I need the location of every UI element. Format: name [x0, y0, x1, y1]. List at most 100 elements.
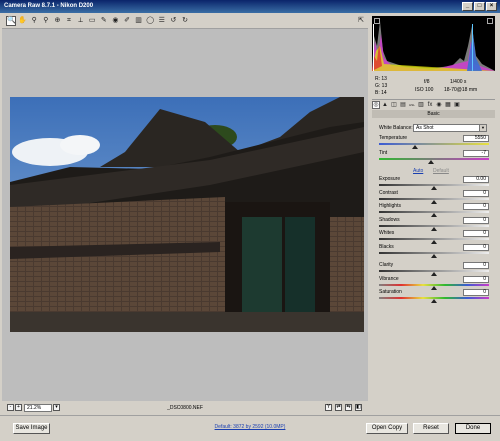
- tab-effects-icon[interactable]: fx: [426, 101, 434, 109]
- minimize-button[interactable]: _: [462, 2, 473, 11]
- shadows-slider-thumb[interactable]: [431, 226, 437, 231]
- file-name: _DSC0800.NEF: [167, 405, 203, 411]
- tab-hsl-icon[interactable]: ▤: [399, 101, 407, 109]
- temperature-slider[interactable]: [379, 143, 489, 145]
- whites-slider-thumb[interactable]: [431, 240, 437, 244]
- toggle-preview-icon[interactable]: ◧: [355, 404, 362, 411]
- g-label: G:: [375, 83, 381, 89]
- status-bar: - + 21.2% ▾ _DSC0800.NEF Y ⇄ ⇆ ◧: [2, 402, 368, 414]
- close-button[interactable]: ×: [486, 2, 497, 11]
- blacks-label: Blacks: [379, 243, 394, 250]
- swap-before-after-icon[interactable]: ⇄: [335, 404, 342, 411]
- white-balance-value: As Shot: [416, 125, 434, 131]
- saturation-label: Saturation: [379, 289, 402, 295]
- done-button[interactable]: Done: [455, 423, 491, 434]
- straighten-tool-icon[interactable]: ⟂: [76, 16, 86, 26]
- r-label: R:: [375, 76, 380, 82]
- clarity-label: Clarity: [379, 262, 394, 268]
- histogram: [372, 16, 495, 71]
- lens-value: 18-70@18 mm: [444, 87, 478, 93]
- clarity-slider-thumb[interactable]: [431, 272, 437, 276]
- vibrance-slider-thumb[interactable]: [431, 285, 437, 290]
- adjustments-panel: R: 13 G: 13 B: 14 f/8 1/400 s ISO 100 18…: [369, 14, 498, 414]
- histogram-graph: [372, 21, 495, 71]
- whites-field[interactable]: 0: [463, 230, 489, 237]
- hand-tool-icon[interactable]: ✋: [18, 16, 28, 26]
- white-balance-label: White Balance:: [379, 125, 413, 131]
- clarity-field[interactable]: 0: [463, 262, 489, 269]
- tools-toolbar: ⇱ 🔍 ✋ ⚲ ⚲ ⊕ ⌗ ⟂ ▭ ✎ ◉ ✐ ▥ ◯ ☰ ↺ ↻: [2, 14, 368, 29]
- fullscreen-toggle-icon[interactable]: ⇱: [356, 16, 366, 26]
- tint-field[interactable]: -7: [463, 150, 489, 157]
- rotate-cw-icon[interactable]: ↻: [180, 16, 190, 26]
- g-value: 13: [381, 83, 388, 89]
- blacks-field[interactable]: 0: [463, 243, 489, 251]
- tab-detail-icon[interactable]: ◫: [390, 101, 398, 109]
- tint-slider[interactable]: [379, 158, 489, 160]
- exposure-field[interactable]: 0.00: [463, 176, 489, 183]
- b-label: B:: [375, 90, 380, 96]
- window-titlebar[interactable]: Camera Raw 8.7.1 - Nikon D200 _ □ ×: [0, 0, 500, 13]
- camera-info: R: 13 G: 13 B: 14 f/8 1/400 s ISO 100 18…: [372, 74, 495, 98]
- tint-label: Tint: [379, 150, 388, 156]
- whites-label: Whites: [379, 230, 395, 236]
- radial-filter-icon[interactable]: ◯: [145, 16, 155, 26]
- tab-lens-icon[interactable]: ◉: [435, 101, 443, 109]
- tab-split-toning-icon[interactable]: ▥: [417, 101, 425, 109]
- tab-hsl-grayscale-icon[interactable]: HSL: [408, 101, 416, 109]
- before-after-y-button[interactable]: Y: [325, 404, 332, 411]
- vibrance-field[interactable]: 0: [463, 275, 489, 283]
- photo-preview[interactable]: [10, 97, 364, 332]
- saturation-field[interactable]: 0: [463, 289, 489, 296]
- tab-tone-curve-icon[interactable]: ▲: [381, 101, 389, 109]
- highlights-field[interactable]: 0: [463, 203, 489, 210]
- preview-canvas[interactable]: [2, 29, 368, 401]
- rotate-ccw-icon[interactable]: ↺: [168, 16, 178, 26]
- blacks-slider-thumb[interactable]: [431, 253, 437, 258]
- bottom-bar: Save Image Default: 3872 by 2592 (10.0MP…: [0, 415, 500, 441]
- tab-basic-icon[interactable]: ◎: [372, 101, 380, 109]
- highlight-clipping-icon[interactable]: [487, 18, 493, 24]
- tab-presets-icon[interactable]: ▣: [453, 101, 461, 109]
- temperature-slider-thumb[interactable]: [412, 145, 419, 149]
- red-eye-tool-icon[interactable]: ◉: [110, 16, 120, 26]
- crop-tool-icon[interactable]: ⌗: [64, 16, 74, 26]
- preferences-icon[interactable]: ☰: [157, 16, 167, 26]
- targeted-adjustment-tool-icon[interactable]: ⊕: [52, 16, 62, 26]
- tab-camera-calibration-icon[interactable]: ▦: [444, 101, 452, 109]
- iso-value: ISO 100: [415, 87, 434, 93]
- zoom-tool-icon[interactable]: 🔍: [6, 16, 16, 26]
- section-title: Basic: [372, 110, 495, 118]
- open-copy-button[interactable]: Open Copy: [366, 423, 408, 434]
- default-link[interactable]: Default: [433, 168, 449, 174]
- highlights-label: Highlights: [379, 203, 401, 209]
- white-balance-tool-icon[interactable]: ⚲: [29, 16, 39, 26]
- vibrance-label: Vibrance: [379, 275, 399, 282]
- maximize-button[interactable]: □: [474, 2, 485, 11]
- chevron-down-icon: ▼: [479, 125, 486, 131]
- tint-slider-thumb[interactable]: [427, 160, 434, 164]
- color-sampler-tool-icon[interactable]: ⚲: [41, 16, 51, 26]
- contrast-label: Contrast: [379, 189, 398, 196]
- reset-button[interactable]: Reset: [413, 423, 449, 434]
- shadows-field[interactable]: 0: [463, 216, 489, 224]
- temperature-field[interactable]: 5550: [463, 135, 489, 142]
- temperature-label: Temperature: [379, 135, 408, 141]
- transform-tool-icon[interactable]: ▭: [87, 16, 97, 26]
- highlights-slider-thumb[interactable]: [431, 213, 437, 217]
- spot-removal-tool-icon[interactable]: ✎: [99, 16, 109, 26]
- graduated-filter-icon[interactable]: ▥: [134, 16, 144, 26]
- exposure-slider-thumb[interactable]: [431, 186, 437, 190]
- shadows-label: Shadows: [379, 216, 400, 223]
- saturation-slider-thumb[interactable]: [431, 299, 437, 303]
- exposure-label: Exposure: [379, 176, 401, 182]
- adjustment-brush-icon[interactable]: ✐: [122, 16, 132, 26]
- white-balance-select[interactable]: As Shot ▼: [413, 124, 487, 132]
- copy-settings-icon[interactable]: ⇆: [345, 404, 352, 411]
- contrast-slider-thumb[interactable]: [431, 199, 437, 204]
- contrast-field[interactable]: 0: [463, 189, 489, 197]
- photo-image: [10, 97, 364, 332]
- auto-link[interactable]: Auto: [413, 168, 423, 174]
- shadow-clipping-icon[interactable]: [374, 18, 380, 24]
- shutter-value: 1/400 s: [450, 79, 467, 85]
